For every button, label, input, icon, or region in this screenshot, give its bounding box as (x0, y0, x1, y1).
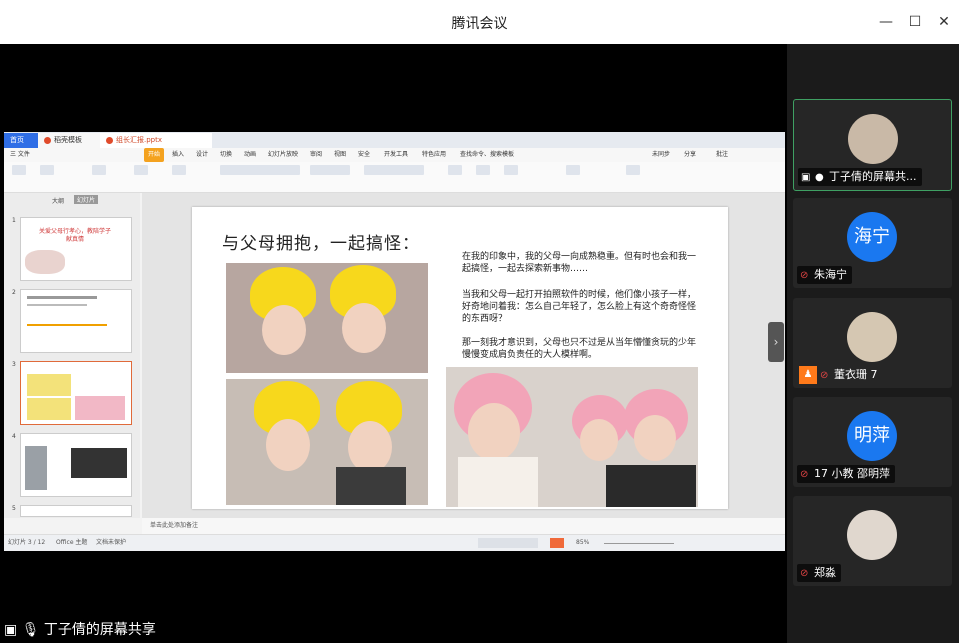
menu-design[interactable]: 设计 (196, 148, 208, 162)
photo-duck-2 (226, 379, 428, 505)
shape-icon[interactable] (476, 165, 490, 175)
wps-file-tab[interactable]: 稻壳模板 (38, 133, 100, 148)
avatar: 明萍 (847, 411, 897, 461)
protection-status[interactable]: 文档未保护 (96, 535, 126, 551)
mic-muted-icon: ⊘ (800, 568, 809, 579)
participant-panel: ▣ ● 丁子倩的屏幕共... 海宁 ⊘ 朱海宁 ♟ ⊘ 董衣珊 7 明萍 ⊘ 17 小教 邵… (787, 44, 959, 643)
user-icon: ♟ (799, 366, 817, 384)
outline-tab[interactable]: 大纲 (52, 196, 64, 205)
avatar (847, 312, 897, 362)
paste-icon[interactable] (12, 165, 26, 175)
wps-home-tab[interactable]: 首页 (4, 133, 42, 148)
menu-devtools[interactable]: 开发工具 (384, 148, 408, 162)
menu-security[interactable]: 安全 (358, 148, 370, 162)
title-bar: 腾讯会议 — ☐ ✕ (0, 0, 959, 45)
photo-pig (446, 367, 698, 507)
slide-paragraph-3: 那一刻我才意识到，父母也只不过是从当年懵懂贪玩的少年慢慢变成肩负责任的大人模样啊… (462, 338, 697, 360)
wps-ribbon (4, 162, 785, 193)
arrange-icon[interactable] (504, 165, 518, 175)
photo-duck-1 (226, 263, 428, 373)
sync-status[interactable]: 未同步 (652, 148, 670, 162)
zoom-slider[interactable] (604, 543, 674, 544)
mic-muted-icon: ⊘ (820, 370, 829, 381)
theme-name: Office 主题 (56, 539, 88, 546)
mic-icon: 🎙 (21, 622, 40, 638)
slide-count: 幻灯片 3 / 12 (8, 539, 46, 546)
share-menu[interactable]: 分享 (684, 148, 696, 162)
menu-animation[interactable]: 动画 (244, 148, 256, 162)
menu-insert[interactable]: 插入 (172, 148, 184, 162)
screen-share-label: ▣ 🎙 丁子倩的屏幕共享 (4, 622, 156, 638)
participant-tile[interactable]: ♟ ⊘ 董衣珊 7 (793, 298, 952, 388)
mic-icon: ● (815, 172, 824, 183)
menu-transition[interactable]: 切换 (220, 148, 232, 162)
docer-icon (44, 136, 51, 144)
maximize-icon[interactable]: ☐ (905, 12, 925, 32)
collapse-panel-button[interactable]: › (768, 322, 784, 362)
zoom-level: 85% (576, 539, 590, 546)
panel-tabs: 大纲 幻灯片 (4, 193, 140, 207)
view-buttons[interactable] (478, 538, 538, 548)
ppt-icon (106, 136, 113, 144)
menu-view[interactable]: 视图 (334, 148, 346, 162)
menu-review[interactable]: 审阅 (310, 148, 322, 162)
wps-status-bar: 幻灯片 3 / 12 Office 主题 文档未保护 85% (4, 534, 785, 551)
screen-share-icon: ▣ (801, 172, 811, 183)
avatar (848, 114, 898, 164)
textbox-icon[interactable] (448, 165, 462, 175)
participant-tile[interactable]: 海宁 ⊘ 朱海宁 (793, 198, 952, 288)
menu-slideshow[interactable]: 幻灯片放映 (268, 148, 298, 162)
current-slide[interactable]: 与父母拥抱，一起搞怪： 在我的印象中，我的父母一向成熟稳重。但有时也会和我一起搞… (192, 207, 728, 509)
wps-file-tab-active[interactable]: 组长汇报.pptx (100, 133, 212, 148)
new-slide-icon[interactable] (134, 165, 148, 175)
window-title: 腾讯会议 (451, 16, 508, 32)
mic-muted-icon: ⊘ (800, 469, 809, 480)
slide-thumb-5[interactable] (20, 505, 132, 517)
close-icon[interactable]: ✕ (934, 12, 954, 32)
screen-share-icon: ▣ (4, 622, 18, 638)
avatar (847, 510, 897, 560)
wps-menu-bar: 三 文件 开始 插入 设计 切换 动画 幻灯片放映 审阅 视图 安全 开发工具 … (4, 148, 785, 162)
slide-thumb-1[interactable]: 关爱父母行孝心，教陪学子献真情 (20, 217, 132, 281)
find-icon[interactable] (566, 165, 580, 175)
wps-tab-bar: 首页 稻壳模板 组长汇报.pptx (4, 132, 785, 148)
slides-tab[interactable]: 幻灯片 (74, 195, 99, 204)
slide-thumbnail-pane: 大纲 幻灯片 1 关爱父母行孝心，教陪学子献真情 2 3 4 5 (4, 193, 140, 518)
slide-editor[interactable]: 与父母拥抱，一起搞怪： 在我的印象中，我的父母一向成熟稳重。但有时也会和我一起搞… (142, 193, 785, 518)
slide-title: 与父母拥抱，一起搞怪： (222, 234, 420, 254)
slide-paragraph-1: 在我的印象中，我的父母一向成熟稳重。但有时也会和我一起搞怪，一起去探索新事物…… (462, 252, 697, 274)
notes-bar[interactable]: 单击此处添加备注 (142, 518, 785, 534)
menu-start[interactable]: 开始 (144, 148, 165, 162)
slide-thumb-3[interactable] (20, 361, 132, 425)
slide-thumb-4[interactable] (20, 433, 132, 497)
slide-thumb-2[interactable] (20, 289, 132, 353)
format-painter-icon[interactable] (92, 165, 106, 175)
slide-paragraph-2: 当我和父母一起打开拍照软件的时候，他们像小孩子一样，好奇地问着我：怎么自己年轻了… (462, 290, 697, 324)
menu-file[interactable]: 三 文件 (10, 148, 30, 162)
command-search[interactable]: 查找命令、搜索模板 (460, 148, 514, 162)
font-select[interactable] (220, 165, 300, 175)
menu-features[interactable]: 特色应用 (422, 148, 446, 162)
shared-wps-window[interactable]: 首页 稻壳模板 组长汇报.pptx 三 文件 开始 插入 设计 切换 动画 幻灯… (4, 132, 785, 551)
notes-placeholder: 单击此处添加备注 (150, 522, 199, 529)
align-tools[interactable] (364, 165, 424, 175)
play-slideshow-button[interactable] (550, 538, 564, 548)
participant-tile[interactable]: ⊘ 郑淼 (793, 496, 952, 586)
avatar: 海宁 (847, 212, 897, 262)
participant-tile[interactable]: 明萍 ⊘ 17 小教 邵明萍 (793, 397, 952, 487)
mic-muted-icon: ⊘ (800, 270, 809, 281)
cut-icon[interactable] (40, 165, 54, 175)
layout-icon[interactable] (172, 165, 186, 175)
comment-menu[interactable]: 批注 (716, 148, 728, 162)
minimize-icon[interactable]: — (876, 12, 896, 32)
paragraph-tools[interactable] (310, 165, 350, 175)
select-pane-icon[interactable] (626, 165, 640, 175)
participant-tile[interactable]: ▣ ● 丁子倩的屏幕共... (793, 99, 952, 191)
